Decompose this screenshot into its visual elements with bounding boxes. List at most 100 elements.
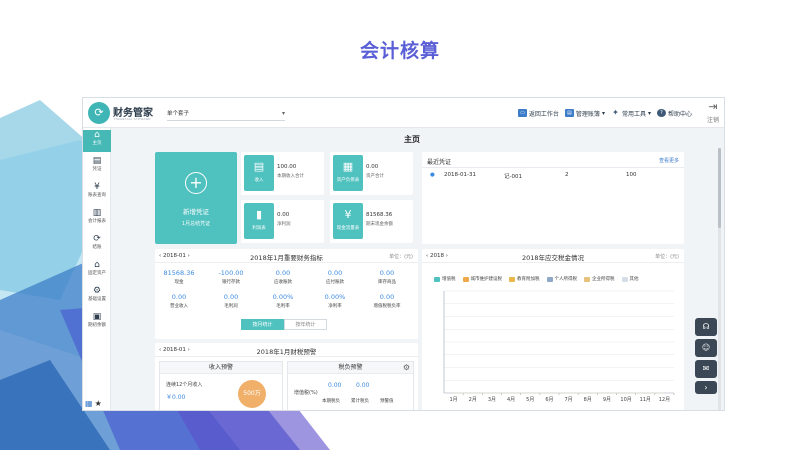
nav-label: 主页 (92, 141, 102, 146)
metric-label: 增值税税负率 (373, 304, 401, 309)
nav-item-closing[interactable]: ⟳ 结账 (83, 234, 111, 256)
top-action-label: 返回工作台 (528, 110, 559, 118)
x-tick-label: 11月 (640, 397, 651, 403)
logout-icon: ⇥ (708, 100, 718, 113)
table-row[interactable]: ● 2018-01-31 记-001 2 100 (422, 169, 684, 181)
cashflow-tile[interactable]: ¥ 现金流量表 (333, 203, 363, 239)
row-amount: 100 (626, 172, 637, 178)
slide: 会计核算 ⟳ 财务管家 FINANCIAL STEWARD 单个套子 ▾ ▭ 返… (0, 0, 800, 450)
side-nav: ⌂ 主页 ▤ 凭证 ¥ 账表查询 ▥ 会计报表 ⟳ 结账 ⌂ 固定资产 ⚙ 基础… (83, 128, 111, 410)
metric: 0.00 库存商品 (365, 269, 409, 285)
cumulative-tax-value: 0.00 (356, 382, 370, 389)
tile-desc: 本期收入合计 (277, 174, 304, 179)
chat-icon[interactable]: ✉ (695, 360, 717, 378)
nav-item-fixed-assets[interactable]: ⌂ 固定资产 (83, 260, 111, 282)
nav-item-ledger-query[interactable]: ¥ 账表查询 (83, 182, 111, 204)
metric-label: 应收账款 (274, 280, 292, 285)
legend-item[interactable]: 其他 (621, 276, 639, 282)
top-actions: ▭ 返回工作台 ▤ 管理账簿 ▾ ✦ 常用工具 ▾ ? 帮助中心 (517, 107, 692, 119)
slide-title: 会计核算 (359, 40, 440, 62)
account-select[interactable]: 单个套子 ▾ (167, 108, 285, 121)
row-voucher[interactable]: 记-001 (504, 172, 522, 180)
nav-item-home[interactable]: ⌂ 主页 (83, 130, 111, 152)
nav-item-opening-balance[interactable]: ▣ 期初余额 (83, 312, 111, 334)
metric-value: 0.00 (379, 293, 395, 301)
yearly-toggle[interactable]: 按年统计 (284, 319, 327, 330)
metric: 81568.36 现金 (157, 269, 201, 285)
income-warning-desc: 连续12个月收入 (166, 382, 203, 388)
tools-button[interactable]: ✦ 常用工具 ▾ (611, 109, 651, 118)
headset-icon[interactable]: ☊ (695, 318, 717, 336)
top-action-label: 管理账簿 (575, 110, 600, 118)
user-group-icon[interactable]: ☺ (695, 339, 717, 357)
row-count: 2 (565, 172, 569, 178)
new-voucher-button[interactable]: + 新增凭证 1月总结凭证 (155, 152, 237, 244)
legend-swatch (462, 276, 469, 282)
manage-ledger-button[interactable]: ▤ 管理账簿 ▾ (564, 109, 605, 118)
tile-label: 收入 (254, 178, 264, 183)
bullet-icon: ● (430, 172, 435, 178)
x-tick-label: 2月 (469, 397, 477, 403)
legend-item[interactable]: 城市维护建设税 (462, 276, 503, 282)
tile-label: 资产负债表 (336, 178, 360, 183)
legend-label: 城市维护建设税 (470, 277, 503, 282)
assets-tile[interactable]: ▦ 资产负债表 (333, 155, 363, 191)
nav-item-voucher[interactable]: ▤ 凭证 (83, 156, 111, 178)
metric-label: 库存商品 (378, 280, 396, 285)
x-tick-label: 8月 (584, 397, 592, 403)
brand-tagline: FINANCIAL STEWARD (114, 117, 151, 121)
metric-value: 0.00 (223, 293, 239, 301)
help-center-button[interactable]: ? 帮助中心 (656, 109, 692, 118)
metric: 0.00% 毛利率 (261, 293, 305, 309)
legend-item[interactable]: 企业所得税 (584, 276, 615, 282)
metric-value: 0.00 (379, 269, 395, 277)
logout-button[interactable]: ⇥ 注销 (701, 100, 725, 125)
tile-value: 0.00 (366, 164, 379, 170)
legend-swatch (434, 276, 440, 282)
nav-item-settings[interactable]: ⚙ 基础设置 (83, 286, 111, 308)
chart-legend: 增值税 城市维护建设税 教育附加税 个人所得税 企业所得税 其他 (434, 276, 639, 282)
metric-label: 毛利润 (224, 304, 238, 309)
return-workbench-button[interactable]: ▭ 返回工作台 (517, 109, 559, 118)
report-chart-icon: ▥ (92, 208, 102, 218)
legend-label: 个人所得税 (554, 277, 578, 282)
star-icon[interactable]: ★ (95, 399, 102, 408)
tile-value: 81568.36 (366, 212, 393, 218)
assets-card[interactable]: ▦ 资产负债表 0.00 资产合计 (330, 152, 413, 195)
view-more-link[interactable]: 查看更多 (659, 157, 679, 164)
legend-swatch (584, 276, 590, 282)
metric-value: 0.00 (327, 269, 343, 277)
voucher-icon: ▤ (92, 156, 102, 166)
plus-icon: + (185, 172, 207, 194)
chevron-right-icon[interactable]: › (695, 381, 717, 394)
closing-icon: ⟳ (93, 234, 101, 244)
current-tax-label: 本期税负 (322, 399, 340, 404)
legend-item[interactable]: 教育附加税 (509, 276, 540, 282)
new-voucher-sub[interactable]: 1月总结凭证 (155, 220, 237, 227)
legend-item[interactable]: 个人所得税 (546, 276, 578, 282)
warnings-panel: ‹ 2018-01 › 2018年1月财税预警 收入预警 连续12个月收入 ￥0… (155, 343, 418, 410)
metric: 0.00 营业收入 (157, 293, 201, 309)
metric-label: 现金 (174, 280, 184, 285)
income-tile[interactable]: ▤ 收入 (244, 155, 274, 191)
warnings-header: ‹ 2018-01 › 2018年1月财税预警 (155, 343, 418, 357)
nav-label: 结账 (92, 245, 102, 250)
monthly-toggle[interactable]: 按月统计 (241, 319, 284, 330)
income-card[interactable]: ▤ 收入 100.00 本期收入合计 (241, 152, 324, 195)
x-tick-label: 9月 (603, 397, 611, 403)
legend-item[interactable]: 增值税 (434, 276, 456, 282)
profit-card[interactable]: ▮ 利润表 0.00 净利润 (241, 200, 324, 243)
nav-item-reports[interactable]: ▥ 会计报表 (83, 208, 111, 230)
grid-icon[interactable]: ▦ (85, 399, 93, 408)
cashflow-card[interactable]: ¥ 现金流量表 81568.36 期末现金余额 (330, 200, 413, 243)
divider (422, 167, 684, 168)
tile-value: 100.00 (277, 164, 297, 170)
briefcase-icon: ▣ (92, 312, 102, 322)
metric-value: -100.00 (218, 269, 244, 277)
building-icon: ⌂ (94, 260, 100, 270)
x-tick-label: 4月 (507, 397, 515, 403)
profit-tile[interactable]: ▮ 利润表 (244, 203, 274, 239)
scrollbar-thumb[interactable] (718, 148, 721, 228)
wrench-icon: ✦ (612, 108, 619, 117)
gear-icon[interactable]: ⚙ (403, 363, 410, 372)
